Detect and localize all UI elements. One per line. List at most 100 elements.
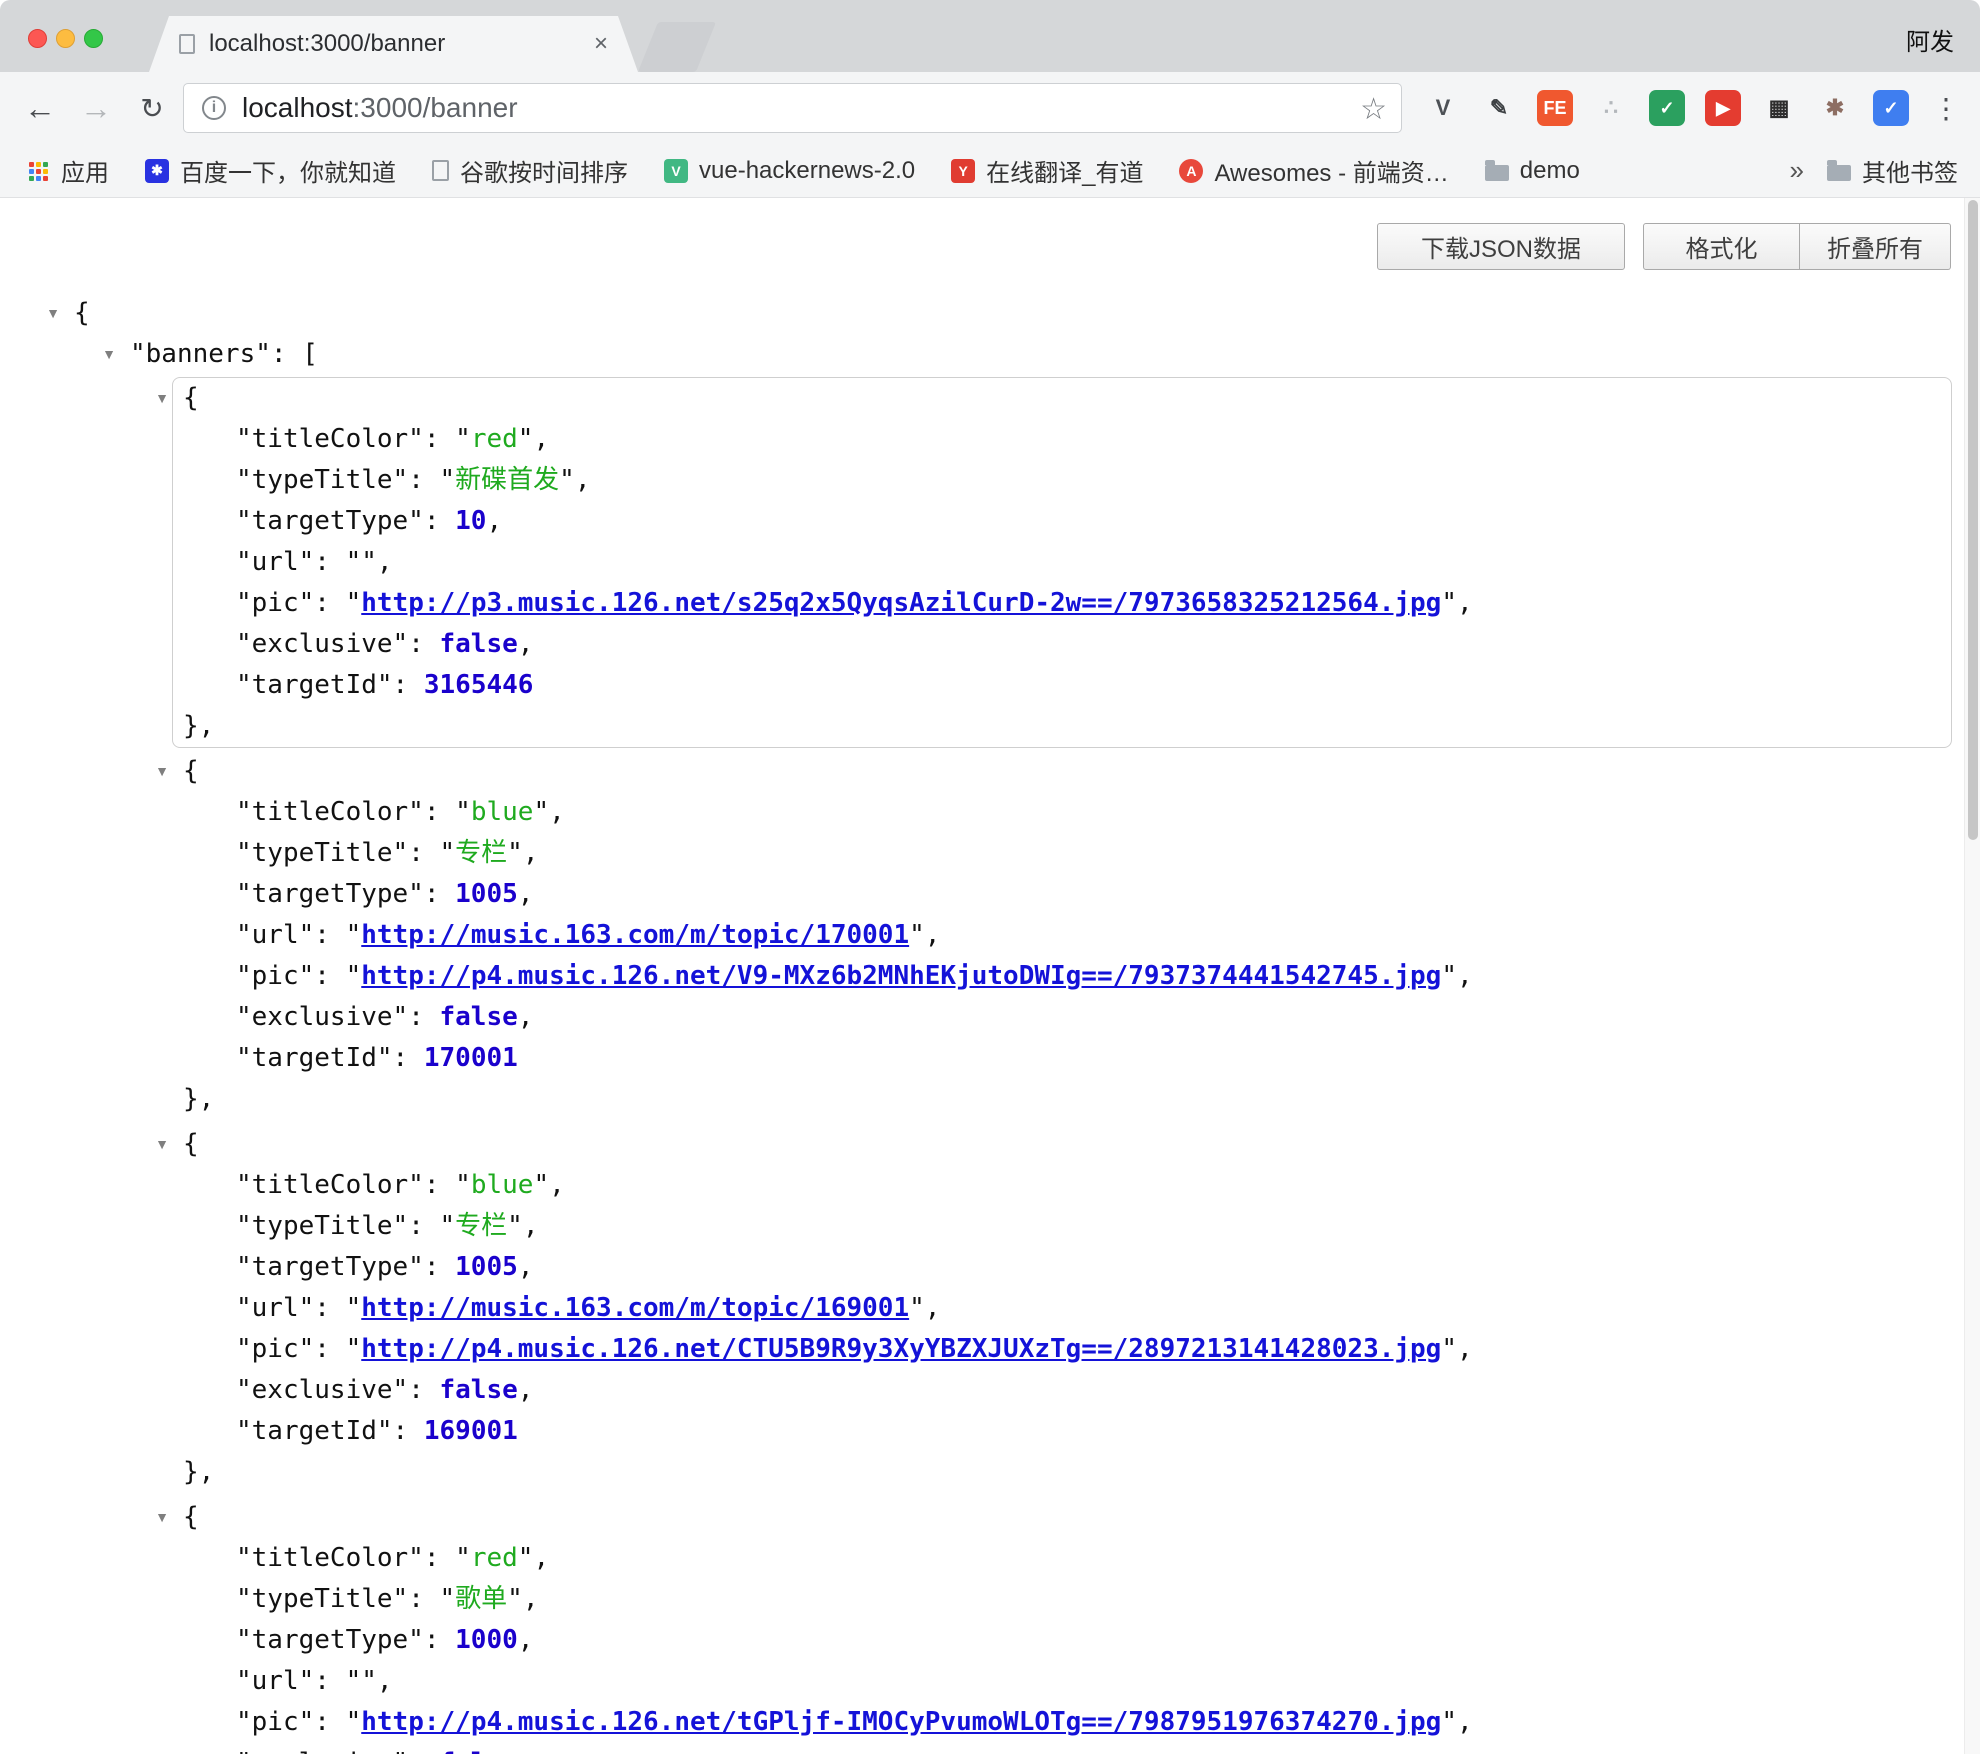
json-banner-object: ▼{"titleColor": "blue","typeTitle": "专栏"… [172,750,1952,1121]
page-info-icon[interactable]: i [202,96,226,120]
translate-icon[interactable]: ✎ [1481,90,1517,126]
json-url-link[interactable]: http://p4.music.126.net/tGPljf-IMOCyPvum… [361,1707,1441,1737]
bookmark-item[interactable]: demo [1485,157,1580,185]
json-property-key: "titleColor" [236,1170,424,1200]
json-url-link[interactable]: http://music.163.com/m/topic/170001 [361,920,909,950]
json-object-open: ▼{ [173,751,1951,792]
browser-menu-icon[interactable]: ⋮ [1928,90,1964,126]
json-property-key: "pic" [236,961,314,991]
page-icon [179,34,195,54]
window-controls [28,29,103,48]
json-property: "titleColor": "red", [173,1538,1951,1579]
json-property: "exclusive": false, [173,997,1951,1038]
json-property: "typeTitle": "歌单", [173,1579,1951,1620]
json-property-key: "targetId" [236,1416,393,1446]
json-property: "targetType": 10, [173,501,1951,542]
url-host: localhost [242,92,353,123]
json-banners-key: ▼"banners": [ [74,334,1952,375]
json-url-link[interactable]: http://music.163.com/m/topic/169001 [361,1293,909,1323]
bookmark-item[interactable]: Vvue-hackernews-2.0 [664,157,915,185]
bookmark-item[interactable]: ✱百度一下，你就知道 [145,153,396,188]
bookmarks-overflow-icon[interactable]: » [1790,155,1804,186]
json-property-key: "targetType" [236,1625,424,1655]
json-url-link[interactable]: http://p4.music.126.net/V9-MXz6b2MNhEKju… [361,961,1441,991]
media-icon[interactable]: ▶ [1705,90,1741,126]
bookmark-star-icon[interactable]: ☆ [1360,92,1387,127]
paw-icon[interactable]: ✱ [1817,90,1853,126]
clip-icon[interactable]: ✓ [1873,90,1909,126]
browser-tab[interactable]: localhost:3000/banner × [149,16,638,72]
collapse-triangle-icon[interactable]: ▼ [151,1497,173,1538]
profile-name: 阿发 [1906,22,1954,57]
zoom-window-button[interactable] [84,29,103,48]
json-url-link[interactable]: http://p3.music.126.net/s25q2x5QyqsAzilC… [361,588,1441,618]
json-property-key: "url" [236,1293,314,1323]
json-property: "typeTitle": "新碟首发", [173,460,1951,501]
json-property: "url": "", [173,1661,1951,1702]
tab-close-icon[interactable]: × [594,30,608,58]
json-property: "targetType": 1000, [173,1620,1951,1661]
contacts-icon[interactable]: ∴ [1593,90,1629,126]
address-bar[interactable]: i localhost:3000/banner ☆ [183,83,1402,133]
format-button[interactable]: 格式化 [1643,223,1800,270]
close-window-button[interactable] [28,29,47,48]
shield-icon[interactable]: ✓ [1649,90,1685,126]
bookmark-item[interactable]: 谷歌按时间排序 [432,153,628,188]
vimium-icon[interactable]: V [1425,90,1461,126]
collapse-triangle-icon[interactable]: ▼ [151,1124,173,1165]
youdao-icon: Y [951,159,975,183]
json-boolean-value: false [440,1375,518,1405]
bookmarks-bar: 应用 ✱百度一下，你就知道 谷歌按时间排序 Vvue-hackernews-2.0 Y在… [0,144,1980,198]
minimize-window-button[interactable] [56,29,75,48]
json-property: "url": "http://music.163.com/m/topic/169… [173,1288,1951,1329]
collapse-triangle-icon[interactable]: ▼ [98,334,120,375]
fe-icon[interactable]: FE [1537,90,1573,126]
collapse-triangle-icon[interactable]: ▼ [151,378,173,419]
scrollbar [1964,198,1980,1754]
json-object-close: }, [173,1452,1951,1493]
json-string-value: 新碟首发 [455,465,559,495]
download-json-button[interactable]: 下载JSON数据 [1377,223,1625,270]
json-property: "targetId": 169001 [173,1411,1951,1452]
json-property-key: "exclusive" [236,1748,408,1754]
folder-icon [1485,165,1509,181]
qrcode-icon[interactable]: ▦ [1761,90,1797,126]
other-bookmarks[interactable]: 其他书签 [1827,153,1958,188]
json-property-key: "typeTitle" [236,838,408,868]
json-property: "exclusive": false, [173,1370,1951,1411]
page-content: 下载JSON数据 格式化 折叠所有 ▼{▼"banners": [▼{"titl… [0,198,1980,1754]
json-property: "titleColor": "blue", [173,1165,1951,1206]
json-string-value: 歌单 [455,1584,507,1614]
reload-icon[interactable]: ↻ [130,86,174,130]
forward-icon[interactable]: → [74,86,118,130]
json-property: "targetId": 170001 [173,1038,1951,1079]
json-property: "exclusive": false, [173,624,1951,665]
bookmark-label: demo [1520,157,1580,185]
browser-toolbar: ← → ↻ i localhost:3000/banner ☆ V ✎ FE ∴ ✓ ▶ ▦… [0,72,1980,144]
collapse-all-button[interactable]: 折叠所有 [1800,223,1951,270]
json-property-key: "titleColor" [236,797,424,827]
json-number-value: 10 [455,506,486,536]
bookmark-item[interactable]: Y在线翻译_有道 [951,153,1143,188]
back-icon[interactable]: ← [18,86,62,130]
json-banner-object: ▼{"titleColor": "red","typeTitle": "歌单",… [172,1496,1952,1754]
scrollbar-thumb[interactable] [1968,200,1978,840]
json-property-key: "pic" [236,1707,314,1737]
json-property-key: "targetType" [236,1252,424,1282]
json-object-close: }, [173,706,1951,747]
folder-icon [1827,165,1851,181]
awesomes-icon: A [1179,159,1203,183]
json-viewer-toolbar: 下载JSON数据 格式化 折叠所有 [1377,223,1951,270]
json-url-link[interactable]: http://p4.music.126.net/CTU5B9R9y3XyYBZX… [361,1334,1441,1364]
json-tree: ▼{▼"banners": [▼{"titleColor": "red","ty… [0,293,1964,1754]
json-root-open: ▼{ [74,293,1952,334]
extension-icons-row: V ✎ FE ∴ ✓ ▶ ▦ ✱ ✓ [1425,90,1909,126]
new-tab-button[interactable] [638,22,716,72]
json-property-key: "titleColor" [236,424,424,454]
collapse-triangle-icon[interactable]: ▼ [42,293,64,334]
json-object-open: ▼{ [173,1124,1951,1165]
json-object-open: ▼{ [173,1497,1951,1538]
bookmark-item[interactable]: 应用 [26,153,109,188]
bookmark-item[interactable]: AAwesomes - 前端资… [1179,153,1448,188]
collapse-triangle-icon[interactable]: ▼ [151,751,173,792]
